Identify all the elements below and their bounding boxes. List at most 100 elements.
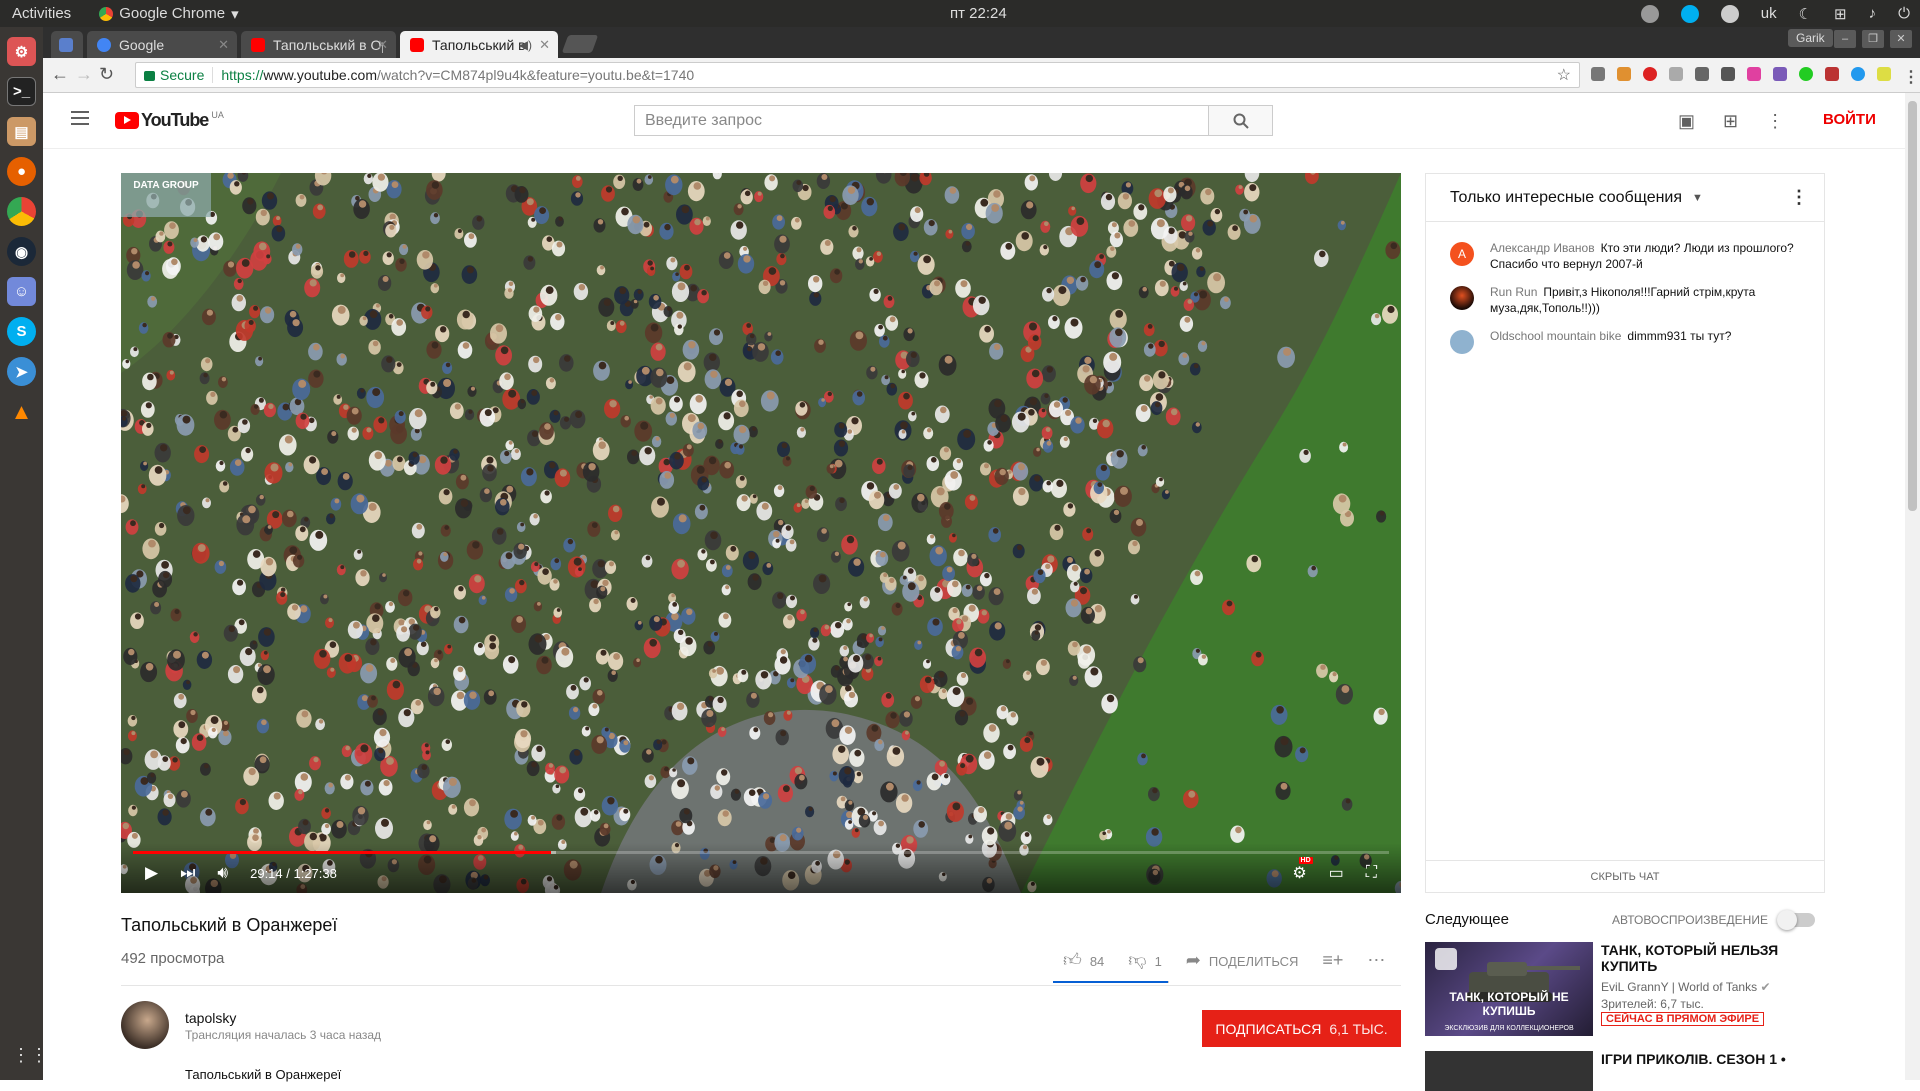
video-thumbnail[interactable]: ТАНК, КОТОРЫЙ НЕ КУПИШЬ ЭКСКЛЮЗИВ ДЛЯ КО…: [1425, 942, 1593, 1036]
up-next-channel-name: EviL GrannY | World of Tanks: [1601, 980, 1757, 994]
extension-icon[interactable]: [1591, 67, 1605, 81]
adblock-icon[interactable]: [1643, 67, 1657, 81]
chat-filter[interactable]: Только интересные сообщения: [1450, 189, 1682, 207]
extension-icon[interactable]: [1773, 67, 1787, 81]
skype-tray-icon[interactable]: [1681, 5, 1699, 23]
extension-icon[interactable]: [1669, 67, 1683, 81]
chrome-menu-icon[interactable]: ⋮: [1903, 67, 1917, 81]
add-to-playlist-icon[interactable]: ≡+: [1322, 950, 1343, 971]
up-next-video[interactable]: ІГРИ ПРИКОЛІВ. СЕЗОН 1 •: [1425, 1051, 1825, 1091]
volume-icon[interactable]: 🔊︎: [217, 863, 228, 883]
scrollbar-thumb[interactable]: [1908, 101, 1917, 511]
channel-name[interactable]: tapolsky: [185, 1010, 236, 1026]
night-light-icon[interactable]: ☾: [1799, 5, 1812, 23]
settings-app-icon[interactable]: ⚙: [7, 37, 36, 66]
app-menu[interactable]: Google Chrome ▾: [99, 5, 238, 23]
chat-menu-icon[interactable]: ⋮: [1790, 187, 1808, 208]
profile-button[interactable]: Garik: [1788, 29, 1833, 47]
firefox-app-icon[interactable]: ●: [7, 157, 36, 186]
extension-icon[interactable]: [1747, 67, 1761, 81]
up-next-title[interactable]: ТАНК, КОТОРЫЙ НЕЛЬЗЯ КУПИТЬ: [1601, 942, 1821, 974]
tab-youtube-2[interactable]: Тапольський в Ор ◀) ✕: [400, 31, 558, 58]
clock[interactable]: пт 22:24: [950, 5, 1007, 22]
chat-author[interactable]: Oldschool mountain bike: [1490, 329, 1621, 343]
chrome-app-icon[interactable]: [7, 197, 36, 226]
chat-message: А Александр ИвановКто эти люди? Люди из …: [1426, 232, 1824, 276]
network-icon[interactable]: ⊞: [1834, 5, 1847, 23]
close-icon[interactable]: ✕: [218, 37, 229, 53]
extension-icon[interactable]: [1721, 67, 1735, 81]
next-icon[interactable]: ⏭: [180, 863, 195, 883]
up-next-video[interactable]: ТАНК, КОТОРЫЙ НЕ КУПИШЬ ЭКСКЛЮЗИВ ДЛЯ КО…: [1425, 942, 1825, 1037]
create-video-icon[interactable]: ▣: [1678, 111, 1695, 132]
more-actions-icon[interactable]: ⋯: [1367, 950, 1385, 971]
search-input[interactable]: Введите запрос: [634, 105, 1214, 136]
menu-icon[interactable]: [71, 111, 89, 129]
keyboard-layout[interactable]: uk: [1761, 5, 1777, 22]
extension-icon[interactable]: [1877, 67, 1891, 81]
extension-icon[interactable]: [1851, 67, 1865, 81]
security-indicator[interactable]: Secure: [144, 67, 213, 83]
extension-icon[interactable]: [1825, 67, 1839, 81]
author-avatar[interactable]: А: [1450, 242, 1474, 266]
theater-mode-icon[interactable]: ▭: [1329, 863, 1344, 883]
search-button[interactable]: [1208, 105, 1273, 136]
power-icon[interactable]: ⏻: [1898, 5, 1910, 22]
tab-youtube-1[interactable]: Тапольський в Оран ✕: [241, 31, 396, 58]
tab-apps[interactable]: [51, 31, 83, 58]
tab-google[interactable]: Google ✕: [87, 31, 237, 58]
telegram-tray-icon[interactable]: [1721, 5, 1739, 23]
dislike-button[interactable]: 👎︎1: [1128, 949, 1162, 971]
up-next-title[interactable]: ІГРИ ПРИКОЛІВ. СЕЗОН 1 •: [1601, 1051, 1786, 1067]
page-scrollbar[interactable]: [1905, 93, 1920, 1080]
close-icon[interactable]: ✕: [539, 37, 550, 53]
chat-author[interactable]: Run Run: [1490, 285, 1537, 299]
autoplay-toggle[interactable]: [1779, 913, 1815, 927]
settings-icon[interactable]: ⚙HD: [1292, 863, 1306, 883]
bookmark-star-icon[interactable]: ☆: [1557, 65, 1571, 85]
close-window-icon[interactable]: ✕: [1890, 30, 1912, 48]
lock-icon: [144, 71, 155, 81]
chevron-down-icon[interactable]: ▼: [1692, 192, 1703, 204]
vlc-app-icon[interactable]: ▲: [7, 397, 36, 426]
volume-icon[interactable]: ♪: [1869, 5, 1877, 22]
skype-app-icon[interactable]: S: [7, 317, 36, 346]
chat-author[interactable]: Александр Иванов: [1490, 241, 1595, 255]
progress-bar[interactable]: [133, 851, 1389, 854]
forward-icon[interactable]: →: [75, 64, 93, 85]
terminal-app-icon[interactable]: >_: [7, 77, 36, 106]
subscribe-button[interactable]: ПОДПИСАТЬСЯ 6,1 ТЫС.: [1202, 1010, 1401, 1047]
share-button[interactable]: ➦ПОДЕЛИТЬСЯ: [1186, 950, 1299, 971]
youtube-logo[interactable]: YouTube UA: [115, 110, 224, 131]
video-thumbnail[interactable]: [1425, 1051, 1593, 1091]
restore-icon[interactable]: ❐: [1862, 30, 1884, 48]
new-tab-button[interactable]: [562, 35, 599, 53]
discord-app-icon[interactable]: ☺: [7, 277, 36, 306]
extension-icon[interactable]: [1695, 67, 1709, 81]
close-icon[interactable]: ✕: [377, 37, 388, 53]
author-avatar[interactable]: [1450, 330, 1474, 354]
fullscreen-icon[interactable]: ⛶: [1366, 864, 1377, 882]
extension-icon[interactable]: [1617, 67, 1631, 81]
sign-in-button[interactable]: ВОЙТИ: [1823, 111, 1876, 128]
telegram-app-icon[interactable]: ➤: [7, 357, 36, 386]
like-button[interactable]: 👍︎84: [1063, 949, 1104, 971]
video-player[interactable]: DATA GROUP ▶ ⏭ 🔊︎ 29:14 / 1:27:38 ⚙HD ▭ …: [121, 173, 1401, 893]
steam-tray-icon[interactable]: [1641, 5, 1659, 23]
extension-icon[interactable]: [1799, 67, 1813, 81]
author-avatar[interactable]: [1450, 286, 1474, 310]
activities-button[interactable]: Activities: [12, 5, 71, 22]
more-icon[interactable]: ⋮: [1766, 111, 1784, 132]
apps-grid-icon[interactable]: ⊞: [1723, 111, 1738, 132]
channel-avatar[interactable]: [121, 1001, 169, 1049]
play-icon[interactable]: ▶: [145, 863, 158, 883]
steam-app-icon[interactable]: ◉: [7, 237, 36, 266]
back-icon[interactable]: ←: [51, 64, 69, 85]
audio-playing-icon[interactable]: ◀): [519, 38, 532, 52]
reload-icon[interactable]: ↻: [99, 64, 114, 85]
files-app-icon[interactable]: ▤: [7, 117, 36, 146]
youtube-favicon-icon: [251, 38, 265, 52]
minimize-icon[interactable]: –: [1834, 30, 1856, 48]
hide-chat-button[interactable]: СКРЫТЬ ЧАТ: [1426, 860, 1824, 892]
address-bar[interactable]: Secure https:// www.youtube.com /watch?v…: [135, 62, 1580, 88]
